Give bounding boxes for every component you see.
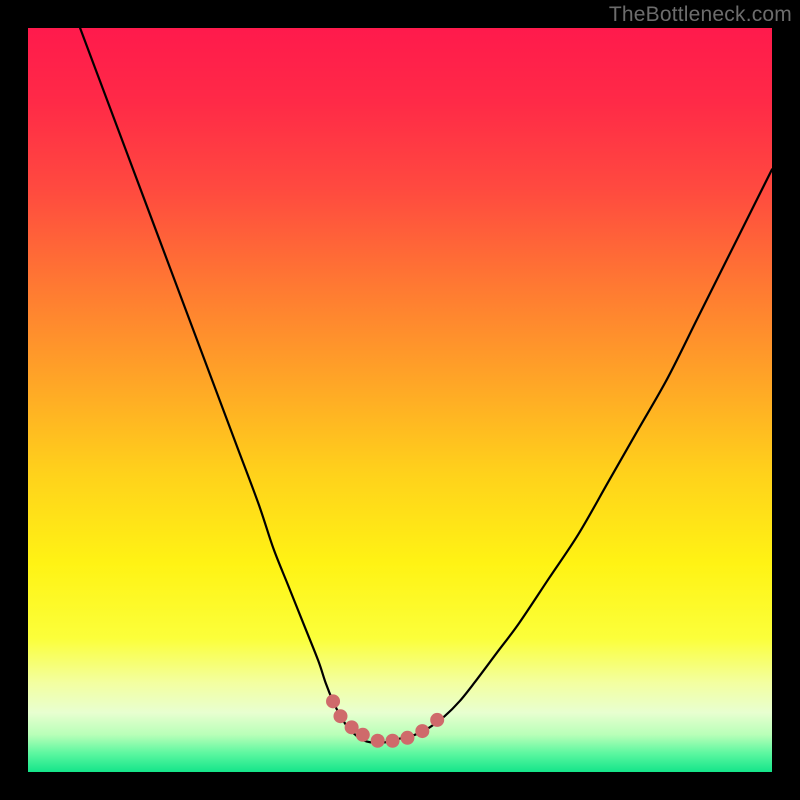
trough-marker [386,734,400,748]
trough-marker [400,731,414,745]
curve-layer [28,28,772,772]
trough-marker [371,734,385,748]
trough-marker [430,713,444,727]
bottleneck-curve [80,28,772,742]
plot-area [28,28,772,772]
trough-marker [415,724,429,738]
watermark-text: TheBottleneck.com [609,3,792,27]
trough-marker [356,728,370,742]
trough-markers [326,694,444,747]
trough-marker [333,709,347,723]
trough-marker [326,694,340,708]
chart-frame: TheBottleneck.com [0,0,800,800]
